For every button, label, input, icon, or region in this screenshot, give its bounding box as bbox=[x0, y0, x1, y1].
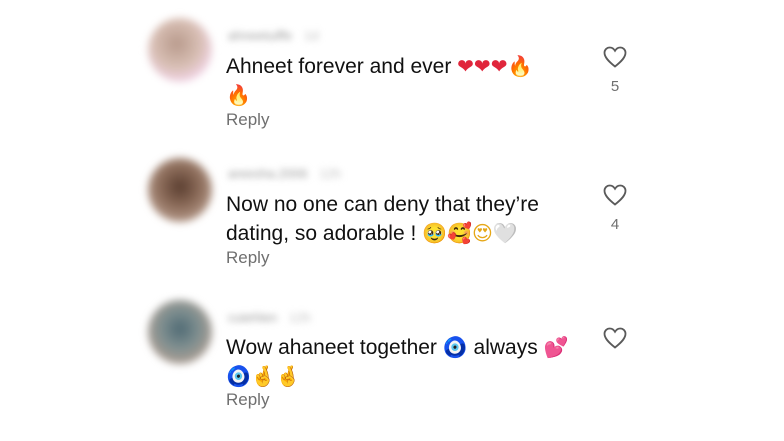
comment-text: Wow ahaneet together 🧿 always 💕 🧿🤞🤞 bbox=[226, 333, 568, 391]
two-hearts-emoji: 💕 bbox=[543, 335, 569, 359]
comment-username[interactable]: ahneetuiffe 1d bbox=[228, 28, 319, 43]
like-count: 5 bbox=[610, 78, 620, 95]
nazar-amulet-emoji: 🧿 bbox=[442, 335, 468, 359]
white-heart-emoji: 🤍 bbox=[492, 221, 518, 245]
crossed-fingers-emoji: 🤞 bbox=[250, 364, 276, 388]
fire-emoji: 🔥 bbox=[507, 54, 533, 78]
comment-text: Ahneet forever and ever ❤❤❤🔥 🔥 bbox=[226, 52, 532, 110]
red-heart-emoji: ❤ bbox=[473, 54, 491, 78]
smiling-face-hearts-emoji: 🥰 bbox=[447, 221, 472, 245]
comments-panel: ahneetuiffe 1d Ahneet forever and ever ❤❤… bbox=[0, 0, 784, 441]
comment-text-line1: Ahneet forever and ever bbox=[226, 55, 452, 78]
avatar[interactable] bbox=[148, 300, 212, 364]
username-text[interactable]: cutehlen bbox=[228, 310, 277, 325]
comment-time: 12h bbox=[289, 310, 311, 325]
crossed-fingers-emoji: 🤞 bbox=[275, 364, 301, 388]
reply-button[interactable]: Reply bbox=[226, 110, 269, 130]
reply-button[interactable]: Reply bbox=[226, 390, 269, 410]
comment-text-line1: Wow ahaneet together bbox=[226, 336, 437, 359]
nazar-amulet-emoji: 🧿 bbox=[226, 364, 251, 388]
fire-emoji: 🔥 bbox=[226, 83, 251, 107]
heart-outline-icon[interactable] bbox=[603, 184, 627, 206]
comment-time: 1d bbox=[304, 28, 319, 43]
reply-button[interactable]: Reply bbox=[226, 248, 269, 268]
comment-text: Now no one can deny that they’re dating,… bbox=[226, 190, 539, 248]
comment-username[interactable]: cutehlen 12h bbox=[228, 310, 311, 325]
avatar[interactable] bbox=[148, 18, 212, 82]
heart-outline-icon[interactable] bbox=[603, 46, 627, 68]
like-count: 4 bbox=[610, 216, 620, 233]
comment-time: 12h bbox=[319, 166, 342, 181]
comment-text-line1-cont: always bbox=[473, 336, 538, 359]
red-heart-emoji: ❤ bbox=[490, 54, 508, 78]
username-text[interactable]: areesha.2006 bbox=[228, 166, 308, 181]
heart-outline-icon[interactable] bbox=[603, 327, 627, 349]
avatar[interactable] bbox=[148, 158, 212, 222]
comment-text-line1: Now no one can deny that they’re bbox=[226, 193, 539, 216]
pleading-face-emoji: 🥹 bbox=[422, 221, 448, 245]
comment-username[interactable]: areesha.2006 12h bbox=[228, 166, 342, 181]
red-heart-emoji: ❤ bbox=[457, 54, 474, 78]
comment-text-line2: dating, so adorable ! bbox=[226, 222, 417, 245]
username-text[interactable]: ahneetuiffe bbox=[228, 28, 292, 43]
heart-eyes-emoji: 😍 bbox=[471, 221, 493, 245]
